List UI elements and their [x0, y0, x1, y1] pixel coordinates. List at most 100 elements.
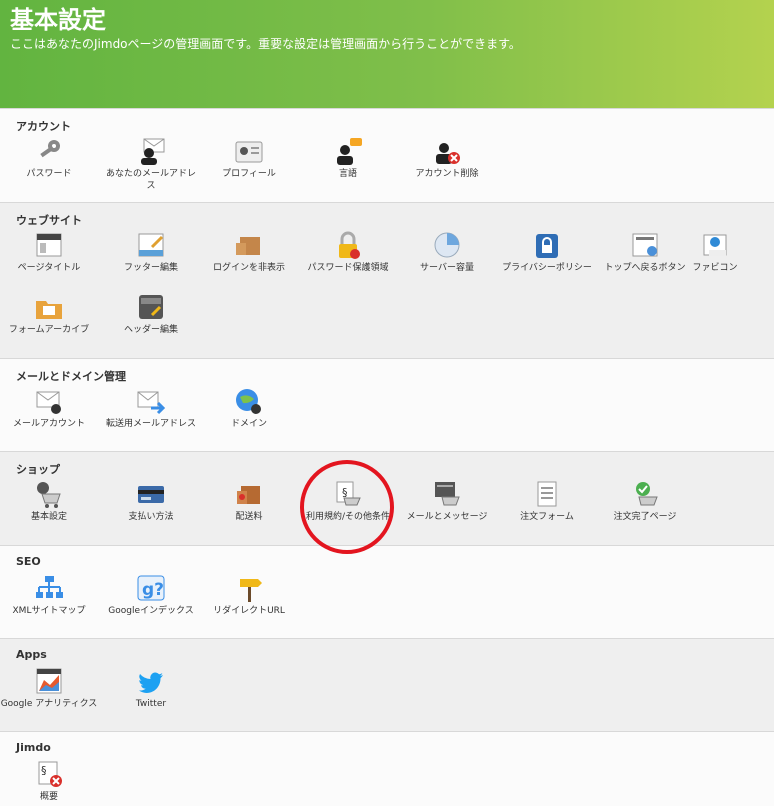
delete-account-icon	[436, 143, 460, 164]
settings-item-label: メールアカウント	[12, 419, 85, 429]
settings-item-label: ドメイン	[230, 419, 267, 429]
settings-item-label: パスワード	[26, 169, 72, 179]
settings-item-label: あなたのメールアドレス	[105, 169, 196, 191]
settings-item-label: Google アナリティクス	[0, 699, 98, 709]
section-5: Apps Google アナリティクス Twitter	[0, 638, 774, 731]
settings-item[interactable]: メールアカウント	[0, 387, 98, 430]
settings-item-label: 基本設定	[30, 512, 67, 522]
settings-item[interactable]: ヘッダー編集	[102, 293, 200, 336]
settings-item[interactable]: リダイレクトURL	[200, 574, 298, 617]
cancel-contract-icon: §	[38, 761, 62, 787]
section-3: ショップ基本設定 支払い方法 配送料 § 利用規約/その他条件 メールとメッセージ 注文フォ…	[0, 451, 774, 545]
settings-sections: アカウント パスワード あなたのメールアドレス プロフィール 言語 アカウント削除 ウェブサ…	[0, 108, 774, 806]
back-to-top-icon	[632, 233, 658, 257]
email-user-icon	[141, 138, 165, 165]
settings-item[interactable]: § 概要	[0, 760, 98, 803]
settings-item[interactable]: Google アナリティクス	[0, 667, 98, 710]
settings-item[interactable]: フォームアーカイブ	[0, 293, 98, 336]
settings-item[interactable]: アカウント削除	[398, 137, 496, 180]
svg-text:§: §	[342, 486, 348, 499]
hide-login-icon	[236, 237, 260, 255]
globe-settings-icon	[236, 389, 261, 414]
settings-item[interactable]: あなたのメールアドレス	[102, 137, 200, 192]
settings-item[interactable]: 転送用メールアドレス	[102, 387, 200, 430]
settings-item[interactable]: ドメイン	[200, 387, 298, 430]
credit-card-icon	[138, 486, 164, 503]
settings-item-label: ページタイトル	[17, 263, 81, 273]
head-code-icon	[139, 295, 163, 319]
settings-item[interactable]: 注文フォーム	[498, 480, 596, 523]
settings-item[interactable]: パスワード	[0, 137, 98, 180]
section-2: メールとドメイン管理メールアカウント 転送用メールアドレス ドメイン	[0, 358, 774, 451]
page-title-icon	[36, 233, 62, 257]
settings-item[interactable]: メールとメッセージ	[398, 480, 496, 523]
section-title: Jimdo	[16, 741, 51, 754]
folder-icon	[36, 301, 62, 319]
settings-item-label: ファビコン	[692, 263, 738, 273]
settings-item[interactable]: ファビコン	[666, 231, 764, 274]
analytics-icon	[36, 668, 62, 694]
pie-chart-icon	[434, 232, 460, 258]
settings-item-label: XMLサイトマップ	[12, 606, 86, 616]
shipping-box-icon	[237, 486, 260, 504]
twitter-icon	[139, 672, 163, 693]
section-title: ショップ	[16, 463, 60, 476]
settings-item-label: 利用規約/その他条件	[305, 512, 391, 522]
section-4: SEO XMLサイトマップ g? Googleインデックス リダイレクトURL	[0, 545, 774, 638]
settings-item[interactable]: 配送料	[200, 480, 298, 523]
settings-item[interactable]: XMLサイトマップ	[0, 574, 98, 617]
footer-edit-icon	[138, 233, 164, 257]
key-icon	[40, 140, 60, 158]
sitemap-icon	[36, 576, 63, 598]
settings-item[interactable]: サーバー容量	[398, 231, 496, 274]
settings-item[interactable]: ページタイトル	[0, 231, 98, 274]
settings-item[interactable]: § 利用規約/その他条件	[299, 480, 397, 523]
svg-text:g?: g?	[142, 580, 164, 600]
settings-item-label: 注文完了ページ	[613, 512, 677, 522]
settings-item-label: 概要	[39, 792, 58, 802]
profile-card-icon	[235, 141, 263, 163]
mail-settings-icon	[36, 391, 61, 414]
settings-item-label: Googleインデックス	[108, 606, 194, 616]
page-subtitle: ここはあなたのJimdoページの管理画面です。重要な設定は管理画面から行うことが…	[10, 37, 521, 51]
settings-item-label: フォームアーカイブ	[8, 325, 90, 335]
settings-item-label: 注文フォーム	[520, 512, 574, 522]
settings-item[interactable]: 言語	[299, 137, 397, 180]
section-title: ウェブサイト	[16, 214, 82, 227]
settings-item-label: 言語	[338, 169, 357, 179]
settings-item-label: リダイレクトURL	[213, 606, 285, 616]
settings-item-label: プロフィール	[222, 169, 276, 179]
settings-item[interactable]: プライバシーポリシー	[498, 231, 596, 274]
settings-item[interactable]: 基本設定	[0, 480, 98, 523]
section-6: Jimdo § 概要	[0, 731, 774, 806]
settings-item-label: パスワード保護領域	[307, 263, 389, 273]
cart-mail-icon	[435, 482, 460, 506]
settings-item[interactable]: パスワード保護領域	[299, 231, 397, 274]
settings-item-label: アカウント削除	[415, 169, 479, 179]
settings-item-label: 配送料	[235, 512, 263, 522]
settings-item-label: メールとメッセージ	[406, 512, 488, 522]
favicon-icon	[703, 234, 727, 256]
settings-item-label: ヘッダー編集	[123, 325, 178, 335]
settings-item-label: 転送用メールアドレス	[105, 419, 196, 429]
settings-item[interactable]: プロフィール	[200, 137, 298, 180]
language-user-icon	[337, 138, 362, 165]
settings-item[interactable]: 支払い方法	[102, 480, 200, 523]
settings-item[interactable]: 注文完了ページ	[596, 480, 694, 523]
settings-item[interactable]: ログインを非表示	[200, 231, 298, 274]
order-form-icon	[537, 481, 557, 507]
settings-item[interactable]: g? Googleインデックス	[102, 574, 200, 617]
terms-cart-icon: §	[336, 481, 361, 506]
section-0: アカウント パスワード あなたのメールアドレス プロフィール 言語 アカウント削除	[0, 108, 774, 202]
settings-item[interactable]: フッター編集	[102, 231, 200, 274]
mail-forward-icon	[137, 391, 166, 415]
signpost-icon	[240, 579, 262, 602]
section-1: ウェブサイト ページタイトル フッター編集 ログインを非表示 パスワード保護領域 サーバー…	[0, 202, 774, 358]
settings-item-label: ログインを非表示	[212, 263, 285, 273]
order-complete-icon	[636, 482, 658, 506]
settings-item[interactable]: Twitter	[102, 667, 200, 710]
settings-item-label: フッター編集	[123, 263, 178, 273]
section-title: SEO	[16, 555, 41, 568]
section-title: メールとドメイン管理	[16, 370, 126, 383]
settings-item-label: 支払い方法	[128, 512, 174, 522]
